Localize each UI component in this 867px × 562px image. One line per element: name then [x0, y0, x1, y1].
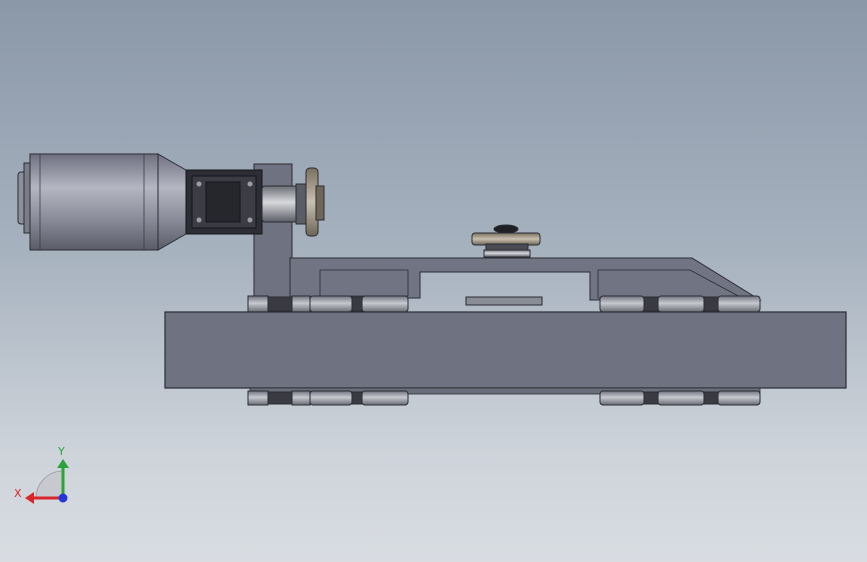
top-pulley[interactable] — [471, 224, 541, 258]
base-block[interactable] — [164, 311, 847, 389]
triad-xy-plane — [35, 470, 64, 499]
motor[interactable] — [17, 153, 187, 251]
coupling-block[interactable] — [185, 169, 263, 235]
triad-y-label: Y — [57, 445, 65, 458]
triad-z-axis-icon — [58, 493, 68, 503]
center-plate — [465, 296, 543, 306]
drive-shaft[interactable] — [261, 183, 309, 225]
drive-wheel[interactable] — [305, 167, 325, 237]
triad-y-arrow-icon — [57, 459, 69, 468]
triad-x-label: X — [14, 487, 22, 500]
cad-model-view[interactable]: Y X — [0, 0, 867, 562]
bottom-roller-row[interactable] — [247, 387, 761, 406]
cad-viewport[interactable]: Y X — [0, 0, 867, 562]
axis-triad: Y X — [14, 445, 69, 504]
frame-arm[interactable] — [289, 257, 762, 301]
triad-x-arrow-icon — [25, 492, 34, 504]
